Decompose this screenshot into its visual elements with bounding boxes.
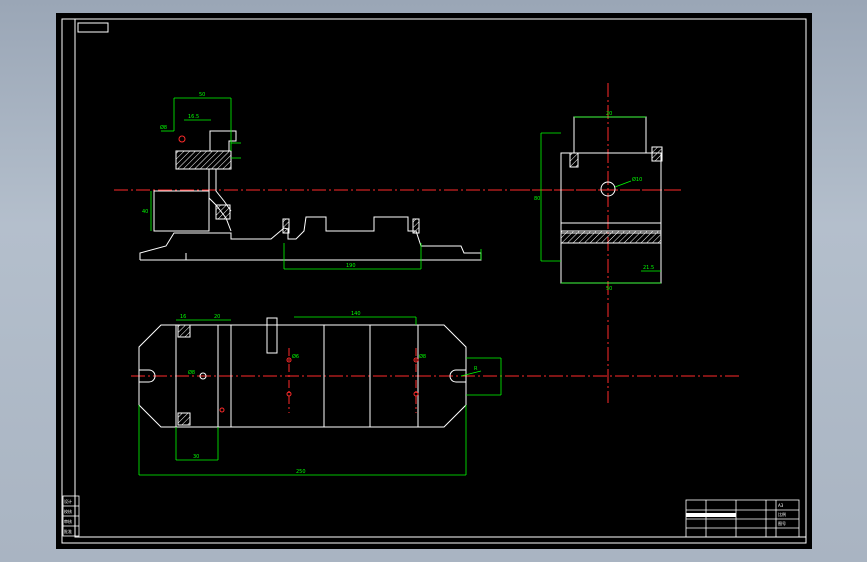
dim-plan-span: 140 <box>351 311 361 317</box>
dim-side-height: 80 <box>534 196 540 202</box>
dim-plan-tab: R <box>474 366 478 372</box>
dim-plan-width-sub: 30 <box>193 454 199 460</box>
cad-canvas[interactable]: 50 16.5 Ø8 40 190 20 Ø10 80 21.5 50 16 2… <box>56 13 812 549</box>
front-dimensions <box>150 97 482 270</box>
dim-top-base-len: 190 <box>346 263 356 269</box>
top-left-mark <box>77 22 109 33</box>
inner-frame <box>74 18 807 538</box>
dim-side-small: 21.5 <box>643 265 654 271</box>
dim-top-height: 40 <box>142 209 148 215</box>
plan-view <box>131 317 741 428</box>
plan-dimensions <box>138 316 502 476</box>
dim-top-width: 50 <box>199 92 205 98</box>
revision-r1: 设计 <box>64 498 72 504</box>
title-label-3: 图号 <box>778 520 786 526</box>
cad-drawing-area[interactable]: 50 16.5 Ø8 40 190 20 Ø10 80 21.5 50 16 2… <box>56 13 812 549</box>
title-label-2: 比例 <box>778 511 786 517</box>
dim-side-hole: Ø10 <box>632 176 642 183</box>
dim-plan-left-b: 20 <box>214 314 220 320</box>
revision-r3: 审核 <box>64 518 72 524</box>
dim-side-base-width: 50 <box>606 286 612 292</box>
dim-side-top-width: 20 <box>606 111 612 117</box>
dim-top-left-diam: Ø8 <box>160 124 167 131</box>
outer-frame <box>61 18 807 544</box>
dim-plan-dia-center: Ø8 <box>188 369 195 376</box>
dim-plan-hole-b: Ø8 <box>419 353 426 360</box>
side-dimensions <box>540 116 661 284</box>
title-label-1: A3 <box>778 503 784 508</box>
dim-plan-hole-a: Ø6 <box>292 353 299 360</box>
dim-plan-left-a: 16 <box>180 314 186 320</box>
dim-plan-total: 250 <box>296 469 306 475</box>
revision-r2: 校核 <box>64 508 72 514</box>
revision-r4: 批准 <box>64 528 72 534</box>
dim-top-small: 16.5 <box>188 114 199 120</box>
